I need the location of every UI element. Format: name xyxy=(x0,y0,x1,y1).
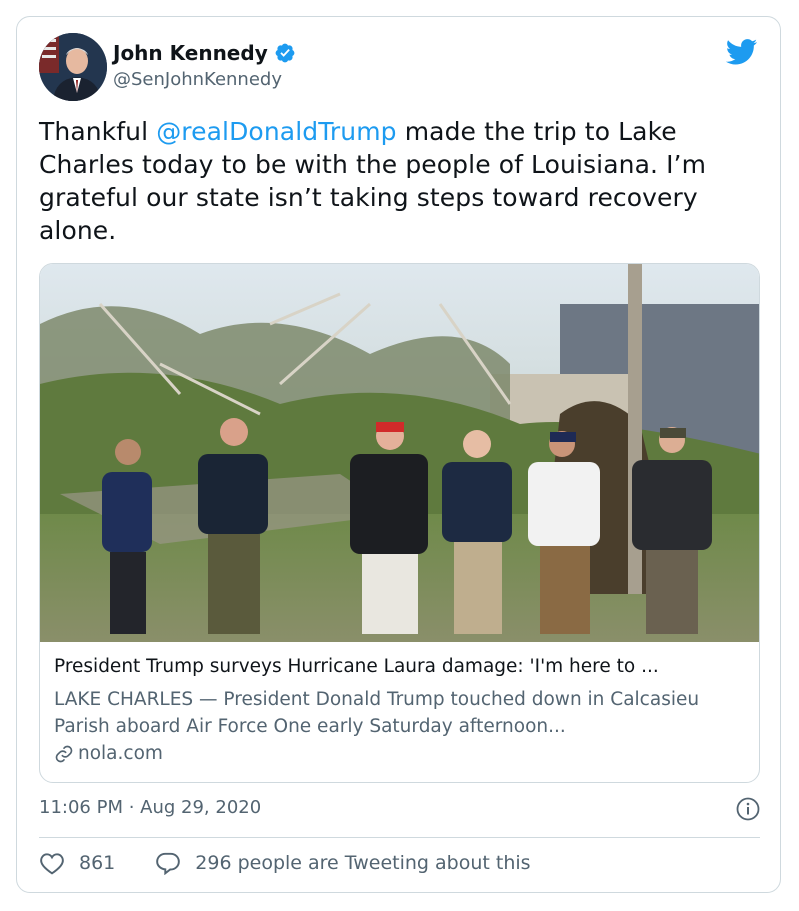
verified-badge-icon xyxy=(275,43,295,63)
mention-link[interactable]: @realDonaldTrump xyxy=(156,117,396,146)
heart-icon xyxy=(40,853,64,875)
link-card-domain-row: nola.com xyxy=(54,743,163,764)
twitter-bird-icon[interactable] xyxy=(726,39,758,65)
conversation-text: 296 people are Tweeting about this xyxy=(195,852,531,874)
avatar[interactable] xyxy=(39,33,107,101)
tweet-text-part: Thankful xyxy=(39,117,157,146)
engagement-bar: 861 296 people are Tweeting about this xyxy=(39,851,531,875)
timestamp[interactable]: 11:06 PM · Aug 29, 2020 xyxy=(39,797,261,818)
reply-conversation-button[interactable]: 296 people are Tweeting about this xyxy=(155,851,531,875)
link-preview-card[interactable]: President Trump surveys Hurricane Laura … xyxy=(39,263,760,783)
info-icon[interactable] xyxy=(736,797,760,821)
tweet-card: John Kennedy @SenJohnKennedy Thankful @r… xyxy=(16,16,781,893)
divider xyxy=(39,837,760,838)
link-icon xyxy=(55,745,73,762)
like-button[interactable]: 861 xyxy=(39,851,155,875)
link-card-title[interactable]: President Trump surveys Hurricane Laura … xyxy=(54,656,659,677)
link-card-description: LAKE CHARLES — President Donald Trump to… xyxy=(54,689,700,737)
display-name[interactable]: John Kennedy xyxy=(113,41,268,65)
preview-photo xyxy=(40,264,759,642)
reply-bubble-icon xyxy=(156,852,181,875)
handle[interactable]: @SenJohnKennedy xyxy=(113,69,282,90)
link-card-domain: nola.com xyxy=(78,743,163,764)
like-count: 861 xyxy=(79,852,116,874)
tweet-text: Thankful @realDonaldTrump made the trip … xyxy=(39,115,759,247)
